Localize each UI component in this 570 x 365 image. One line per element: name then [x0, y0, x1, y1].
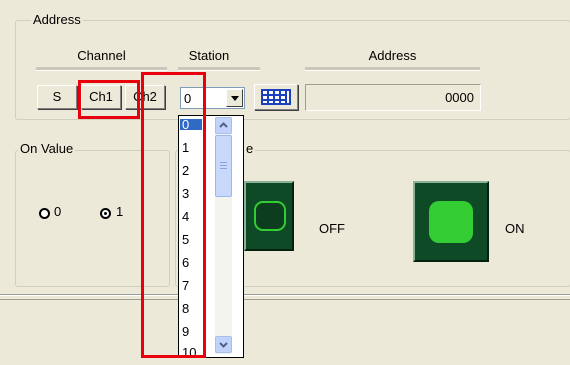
scroll-up-button[interactable]	[215, 117, 232, 134]
state-group-legend: e	[244, 141, 256, 156]
station-list-highlight-box	[141, 72, 206, 358]
grip-line	[220, 168, 227, 169]
on-value-1-label: 1	[116, 204, 124, 219]
scroll-down-button[interactable]	[215, 336, 232, 353]
lamp-off-icon	[254, 201, 286, 231]
address-column-header: Address	[368, 48, 417, 63]
on-value-1-radio[interactable]	[100, 208, 111, 219]
scroll-thumb[interactable]	[215, 135, 232, 197]
lamp-on-icon	[429, 201, 473, 243]
dropdown-scrollbar[interactable]	[215, 117, 232, 354]
channel-column-header: Channel	[77, 48, 126, 63]
off-lamp[interactable]	[244, 181, 294, 251]
address-group-legend: Address	[31, 12, 83, 27]
station-column-underline	[178, 67, 260, 71]
ch1-highlight-box	[78, 80, 140, 119]
keypad-button[interactable]	[254, 84, 298, 110]
bottom-separator-2	[0, 299, 570, 300]
grip-line	[220, 162, 227, 163]
grip-line	[220, 165, 227, 166]
channel-column-underline	[36, 67, 167, 71]
keypad-icon	[261, 89, 291, 105]
chevron-up-icon	[219, 122, 228, 128]
s-button[interactable]: S	[37, 85, 77, 109]
address-column-underline	[305, 67, 480, 71]
on-lamp[interactable]	[413, 181, 489, 262]
chevron-down-icon	[219, 342, 228, 348]
station-column-header: Station	[188, 48, 230, 63]
address-value: 0000	[445, 90, 474, 105]
on-value-group-legend: On Value	[18, 141, 76, 156]
on-label: ON	[505, 221, 525, 236]
address-display: 0000	[305, 84, 481, 111]
on-value-0-label: 0	[54, 204, 62, 219]
off-label: OFF	[319, 221, 345, 236]
chevron-down-icon[interactable]	[226, 89, 243, 107]
bottom-separator-highlight	[0, 295, 570, 296]
on-value-0-radio[interactable]	[39, 208, 50, 219]
